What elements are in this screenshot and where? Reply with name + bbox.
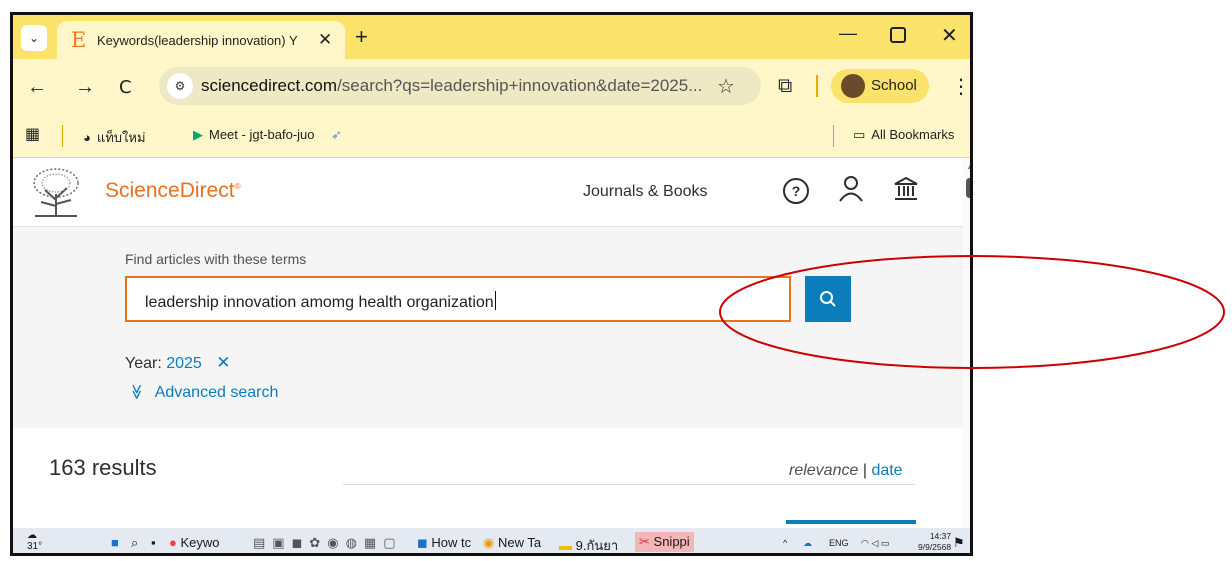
advanced-search-label: Advanced search — [154, 384, 279, 401]
search-input-value: leadership innovation amomg health organ… — [145, 291, 496, 312]
institution-icon[interactable] — [893, 176, 919, 202]
scroll-up-icon[interactable]: ▲ — [966, 161, 970, 171]
browser-tab-bar: ⌄ E Keywords(leadership innovation) Y ✕ … — [13, 15, 970, 59]
profile-name: School — [871, 77, 917, 94]
elsevier-tree-logo-icon[interactable] — [29, 166, 83, 218]
taskbar-app-snipping[interactable]: ✂ Snippi — [635, 532, 694, 552]
onedrive-icon[interactable]: ☁ — [803, 538, 812, 549]
remove-year-filter-icon[interactable]: ✕ — [216, 353, 230, 372]
taskbar-app-newtab[interactable]: ◉ New Ta — [483, 535, 541, 551]
search-panel: Find articles with these terms leadershi… — [13, 227, 963, 428]
feather-bookmark-icon[interactable]: ➶ — [331, 127, 342, 143]
site-info-icon[interactable]: ⚙ — [167, 73, 193, 99]
forward-icon[interactable]: → — [75, 76, 95, 99]
taskbar-app-label: Keywo — [180, 535, 220, 550]
all-bookmarks[interactable]: ▭ All Bookmarks — [853, 127, 954, 143]
url-path: /search?qs=leadership+innovation&date=20… — [337, 76, 703, 95]
window-minimize-icon[interactable]: — — [839, 23, 857, 44]
screenshot-frame: ⌄ E Keywords(leadership innovation) Y ✕ … — [10, 12, 973, 556]
browser-menu-icon[interactable]: ⋮ — [951, 74, 970, 99]
bookmark-star-icon[interactable]: ☆ — [717, 74, 735, 99]
taskbar-app-label: 9.กันยา — [575, 538, 619, 553]
sciencedirect-logo-text[interactable]: ScienceDirect® — [105, 179, 240, 203]
bookmark-label: แท็บใหม่ — [96, 130, 146, 145]
taskbar-clock[interactable]: 14:37 9/9/2568 — [918, 531, 951, 553]
taskbar-pinned-icons[interactable]: ▤▣◼✿◉◍▦▢ — [253, 535, 403, 551]
bookmarks-divider — [833, 125, 834, 147]
avatar — [841, 74, 865, 98]
taskbar-app-label: New Ta — [497, 535, 542, 550]
folder-icon: ▭ — [853, 127, 866, 142]
scroll-thumb[interactable] — [966, 178, 970, 198]
tab-close-icon[interactable]: ✕ — [318, 30, 332, 50]
page-scrollbar[interactable]: ▲ — [963, 158, 970, 528]
apps-grid-icon[interactable]: ▦ — [25, 124, 40, 144]
sciencedirect-page: ScienceDirect® Journals & Books ? Find a… — [13, 158, 963, 528]
bookmark-label: Meet - jgt-bafo-juo — [209, 127, 315, 142]
help-icon[interactable]: ? — [783, 178, 809, 204]
url-host: sciencedirect.com — [201, 76, 338, 95]
bookmarks-divider — [62, 125, 63, 147]
tab-search-dropdown-icon[interactable]: ⌄ — [21, 25, 47, 51]
results-accent-bar — [786, 520, 916, 524]
find-articles-label: Find articles with these terms — [125, 251, 307, 267]
browser-toolbar: ← → C ⚙ sciencedirect.com/search?qs=lead… — [13, 59, 970, 115]
back-icon[interactable]: ← — [27, 76, 47, 99]
window-close-icon[interactable]: ✕ — [941, 23, 958, 48]
elsevier-favicon-icon: E — [71, 28, 87, 52]
url-text[interactable]: sciencedirect.com/search?qs=leadership+i… — [201, 76, 702, 96]
sort-separator: | — [862, 462, 867, 479]
bookmarks-bar: ▦ ◕ แท็บใหม่ ▶ Meet - jgt-bafo-juo ➶ ▭ All … — [13, 115, 970, 158]
window-restore-icon[interactable] — [890, 27, 906, 43]
network-sound-battery-icons[interactable]: ◠ ◁ ▭ — [861, 538, 889, 549]
results-count: 163 results — [49, 455, 157, 480]
task-view-icon[interactable]: ▪ — [151, 535, 156, 550]
user-account-icon[interactable] — [839, 176, 863, 202]
year-filter-value: 2025 — [166, 355, 202, 372]
tab-title: Keywords(leadership innovation) Y — [97, 33, 298, 48]
sd-header: ScienceDirect® Journals & Books ? — [13, 158, 963, 227]
bookmark-item-new-tab[interactable]: ◕ แท็บใหม่ — [83, 127, 146, 148]
profile-button[interactable]: School — [831, 69, 929, 103]
taskbar-app-label: How tc — [431, 535, 472, 550]
journals-books-link[interactable]: Journals & Books — [583, 183, 708, 201]
sort-options: relevance | date — [789, 462, 903, 480]
browser-tab-active[interactable]: E Keywords(leadership innovation) Y ✕ — [57, 21, 345, 59]
taskbar-app-label: Snippi — [653, 534, 690, 549]
year-filter-label: Year: — [125, 355, 162, 372]
results-divider — [343, 484, 915, 485]
search-input[interactable]: leadership innovation amomg health organ… — [125, 276, 791, 322]
globe-icon: ◕ — [83, 130, 91, 145]
taskbar-app-howto[interactable]: ◼ How tc — [417, 535, 471, 551]
weather-widget[interactable]: ☁ 31° — [27, 530, 42, 552]
bookmark-item-meet[interactable]: ▶ Meet - jgt-bafo-juo — [193, 127, 315, 143]
weather-temp: 31° — [27, 541, 43, 552]
clock-time: 14:37 — [929, 531, 952, 541]
double-chevron-down-icon: ≫ — [127, 384, 145, 400]
sort-date[interactable]: date — [871, 462, 902, 479]
tray-overflow-icon[interactable]: ^ — [783, 538, 787, 548]
new-tab-icon[interactable]: + — [355, 24, 368, 50]
address-bar[interactable]: ⚙ sciencedirect.com/search?qs=leadership… — [159, 67, 761, 105]
language-indicator[interactable]: ENG — [829, 538, 849, 548]
taskbar-app-keywords[interactable]: ● Keywo — [169, 535, 220, 550]
notifications-icon[interactable]: ⚑ — [953, 535, 965, 551]
sort-relevance[interactable]: relevance — [789, 462, 858, 479]
extensions-icon[interactable]: ⧉ — [778, 75, 792, 98]
all-bookmarks-label: All Bookmarks — [871, 127, 955, 142]
advanced-search-link[interactable]: ≫ Advanced search — [127, 383, 279, 402]
search-icon — [820, 291, 836, 307]
reload-icon[interactable]: C — [119, 77, 132, 98]
year-filter: Year: 2025 ✕ — [125, 353, 231, 373]
clock-date: 9/9/2568 — [918, 542, 952, 552]
taskbar-app-folder[interactable]: ▬ 9.กันยา — [559, 535, 619, 553]
search-button[interactable] — [805, 276, 851, 322]
toolbar-divider — [816, 75, 818, 97]
start-icon[interactable]: ■ — [111, 535, 119, 550]
meet-icon: ▶ — [193, 127, 203, 142]
windows-taskbar: ☁ 31° ■ ⌕ ▪ ● Keywo ▤▣◼✿◉◍▦▢ ◼ How tc ◉ N… — [13, 528, 970, 553]
taskbar-search-icon[interactable]: ⌕ — [131, 535, 138, 551]
